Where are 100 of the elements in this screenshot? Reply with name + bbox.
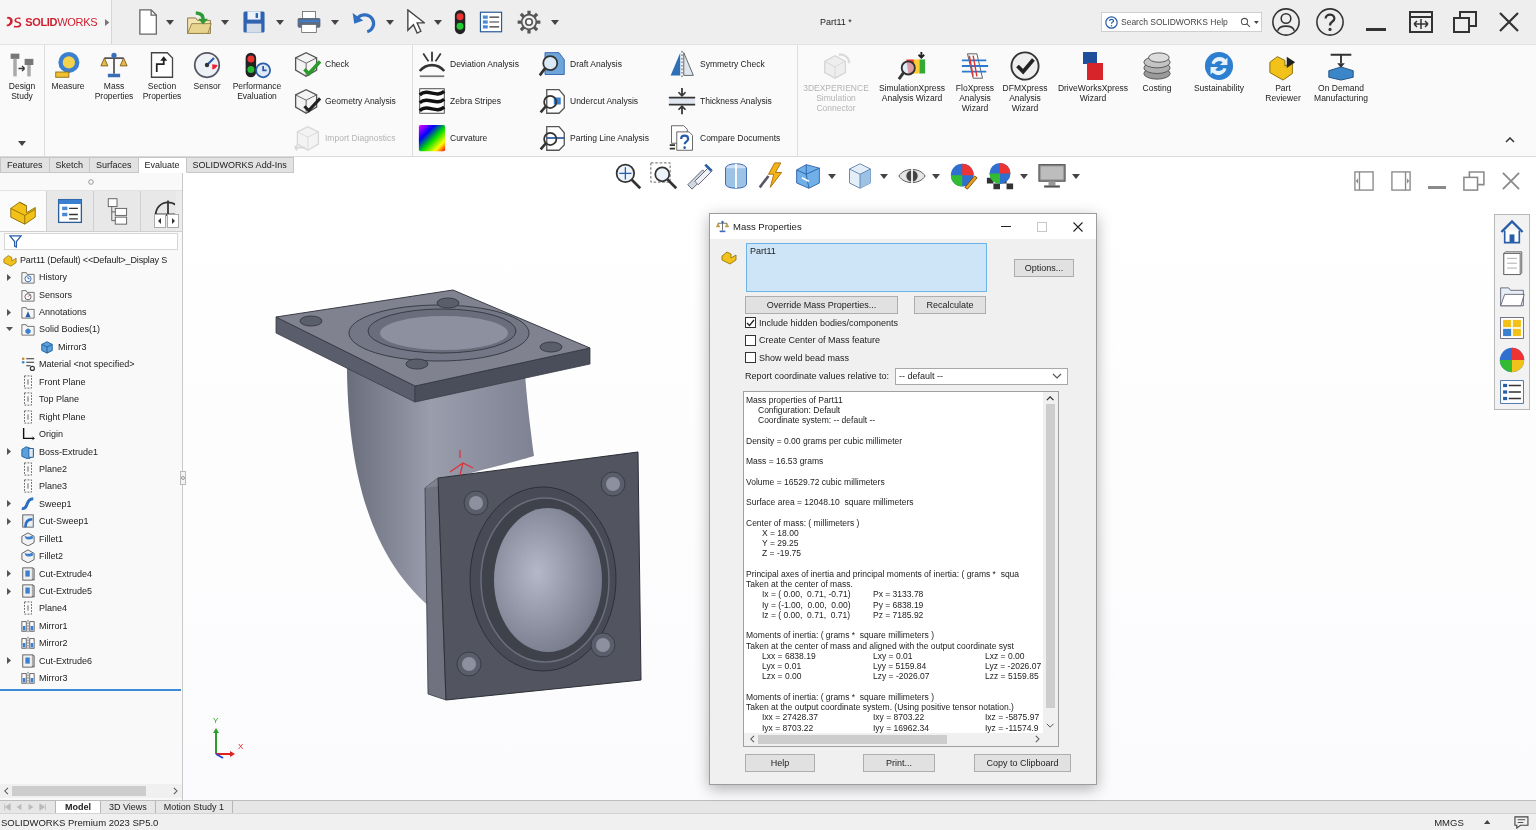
ribbon-button[interactable]: Geometry Analysis (293, 82, 396, 120)
selection-list[interactable]: Part11 (746, 243, 987, 292)
monitor-icon[interactable] (1038, 162, 1066, 190)
checkbox[interactable] (745, 352, 756, 364)
tree-item[interactable]: Solid Bodies(1) (39, 324, 101, 335)
caret-icon[interactable] (880, 173, 888, 179)
panel-tab[interactable] (47, 191, 94, 231)
ribbon-button[interactable]: Design Study (0, 45, 44, 101)
collapsed-arrow-icon[interactable] (7, 587, 11, 595)
caret-up-icon[interactable] (1483, 820, 1491, 824)
gear-icon[interactable] (515, 9, 542, 35)
ribbon-button[interactable]: Measure (45, 45, 91, 156)
diagonal-tools-icon[interactable] (686, 162, 714, 190)
collapsed-arrow-icon[interactable] (7, 308, 11, 316)
checkbox[interactable] (745, 334, 756, 346)
ribbon-button[interactable]: Deviation Analysis (418, 46, 538, 83)
traffic-light-icon[interactable] (453, 9, 466, 35)
ribbon-button[interactable]: Check (293, 46, 396, 83)
splitter-grip-icon[interactable] (180, 471, 186, 485)
dialog-button[interactable]: Override Mass Properties... (745, 296, 898, 314)
ribbon-button[interactable]: FloXpress Analysis Wizard (952, 45, 998, 156)
cursor-arrow-icon[interactable] (406, 9, 425, 35)
chevron-right-icon[interactable] (1035, 735, 1040, 743)
scroll-left-icon[interactable] (154, 214, 166, 228)
ribbon-button[interactable]: Symmetry Check (668, 46, 794, 83)
magnifier-cross-icon[interactable] (614, 162, 642, 190)
scrollbar-thumb[interactable] (1046, 403, 1055, 708)
tree-item[interactable]: Origin (39, 429, 63, 440)
search-field[interactable]: Search SOLIDWORKS Help (1101, 12, 1262, 32)
chevron-up-icon[interactable] (1046, 395, 1055, 401)
ribbon-button[interactable]: SimulationXpress Analysis Wizard (872, 45, 952, 156)
ribbon-button[interactable]: Sensor (187, 45, 227, 156)
folder-arrow-icon[interactable] (186, 9, 213, 35)
tree-item[interactable]: Mirror3 (39, 673, 68, 684)
chevron-up-icon[interactable] (1505, 137, 1515, 143)
color-sphere-icon[interactable] (1499, 347, 1525, 373)
caret-icon[interactable] (386, 19, 395, 25)
close-icon[interactable] (1499, 12, 1519, 32)
magnifier-frame-icon[interactable] (650, 162, 678, 190)
caret-icon[interactable] (433, 19, 442, 25)
ribbon-button[interactable]: DFMXpress Analysis Wizard (998, 45, 1052, 156)
ribbon-button[interactable]: Compare Documents (668, 119, 794, 156)
tile-left-icon[interactable] (1354, 171, 1375, 191)
section-cylinder-icon[interactable] (722, 162, 750, 190)
options-button[interactable]: Options... (1014, 259, 1074, 277)
printer-icon[interactable] (296, 9, 323, 35)
collapsed-arrow-icon[interactable] (7, 517, 11, 525)
shaded-cube-icon[interactable] (846, 162, 874, 190)
ribbon-button[interactable]: On Demand Manufacturing (1308, 45, 1374, 156)
ribbon-tab[interactable]: Features (0, 157, 50, 173)
caret-icon[interactable] (550, 19, 559, 25)
ribbon-button[interactable]: Section Properties (137, 45, 187, 156)
ribbon-button[interactable]: Draft Analysis (538, 46, 668, 83)
tree-item[interactable]: Mirror2 (39, 638, 68, 649)
document-icon[interactable] (139, 9, 158, 35)
view-cube-icon[interactable] (794, 162, 822, 190)
caret-icon[interactable] (166, 19, 175, 25)
caret-icon[interactable] (18, 141, 26, 146)
palette-grid-icon[interactable] (1499, 315, 1525, 341)
dialog-button[interactable]: Print... (863, 753, 935, 772)
ribbon-tab[interactable]: Surfaces (90, 157, 139, 173)
tree-item[interactable]: Front Plane (39, 376, 86, 387)
tile-right-icon[interactable] (1391, 171, 1412, 191)
close-icon[interactable] (1073, 221, 1083, 232)
scrollbar-thumb[interactable] (757, 734, 947, 744)
chevron-right-icon[interactable] (173, 787, 178, 795)
ribbon-button[interactable]: Mass Properties (91, 45, 137, 156)
property-list-icon[interactable] (1499, 379, 1525, 405)
collapsed-arrow-icon[interactable] (7, 273, 11, 281)
help-icon[interactable] (1316, 8, 1344, 36)
dialog-button[interactable]: Help (745, 753, 815, 772)
ribbon-button[interactable]: Performance Evaluation (227, 45, 287, 156)
caret-icon[interactable] (276, 19, 285, 25)
collapsed-arrow-icon[interactable] (7, 500, 11, 508)
caret-icon[interactable] (221, 19, 230, 25)
fit-width-icon[interactable] (1409, 11, 1433, 33)
sphere-pencil-icon[interactable] (950, 162, 978, 190)
caret-icon[interactable] (1072, 173, 1080, 179)
ribbon-button[interactable]: Undercut Analysis (538, 82, 668, 120)
tree-item[interactable]: Fillet1 (39, 533, 63, 544)
tree-item[interactable]: Cut-Extrude5 (39, 586, 93, 597)
tree-item[interactable]: Cut-Extrude4 (39, 568, 93, 579)
search-icon[interactable] (1240, 16, 1251, 28)
horizontal-scrollbar[interactable] (0, 784, 182, 798)
collapsed-arrow-icon[interactable] (7, 448, 11, 456)
tree-item[interactable]: Mirror1 (39, 620, 68, 631)
tree-item[interactable]: Fillet2 (39, 551, 63, 562)
caret-icon[interactable] (331, 19, 340, 25)
ribbon-tab[interactable]: SOLIDWORKS Add-Ins (186, 157, 294, 173)
ribbon-button[interactable]: Sustainability (1180, 45, 1258, 156)
caret-icon[interactable] (1020, 173, 1028, 179)
tree-item[interactable]: Sensors (39, 289, 73, 300)
restore-icon[interactable] (1453, 11, 1477, 33)
scroll-right-icon[interactable] (167, 214, 179, 228)
tree-item[interactable]: Annotations (39, 307, 87, 318)
rollback-bar[interactable] (0, 688, 181, 691)
tree-item[interactable]: Part11 (Default) <<Default>_Display S (20, 254, 168, 265)
ribbon-button[interactable]: Zebra Stripes (418, 82, 538, 120)
list-icon[interactable] (477, 9, 504, 35)
tree-item[interactable]: Cut-Sweep1 (39, 516, 89, 527)
